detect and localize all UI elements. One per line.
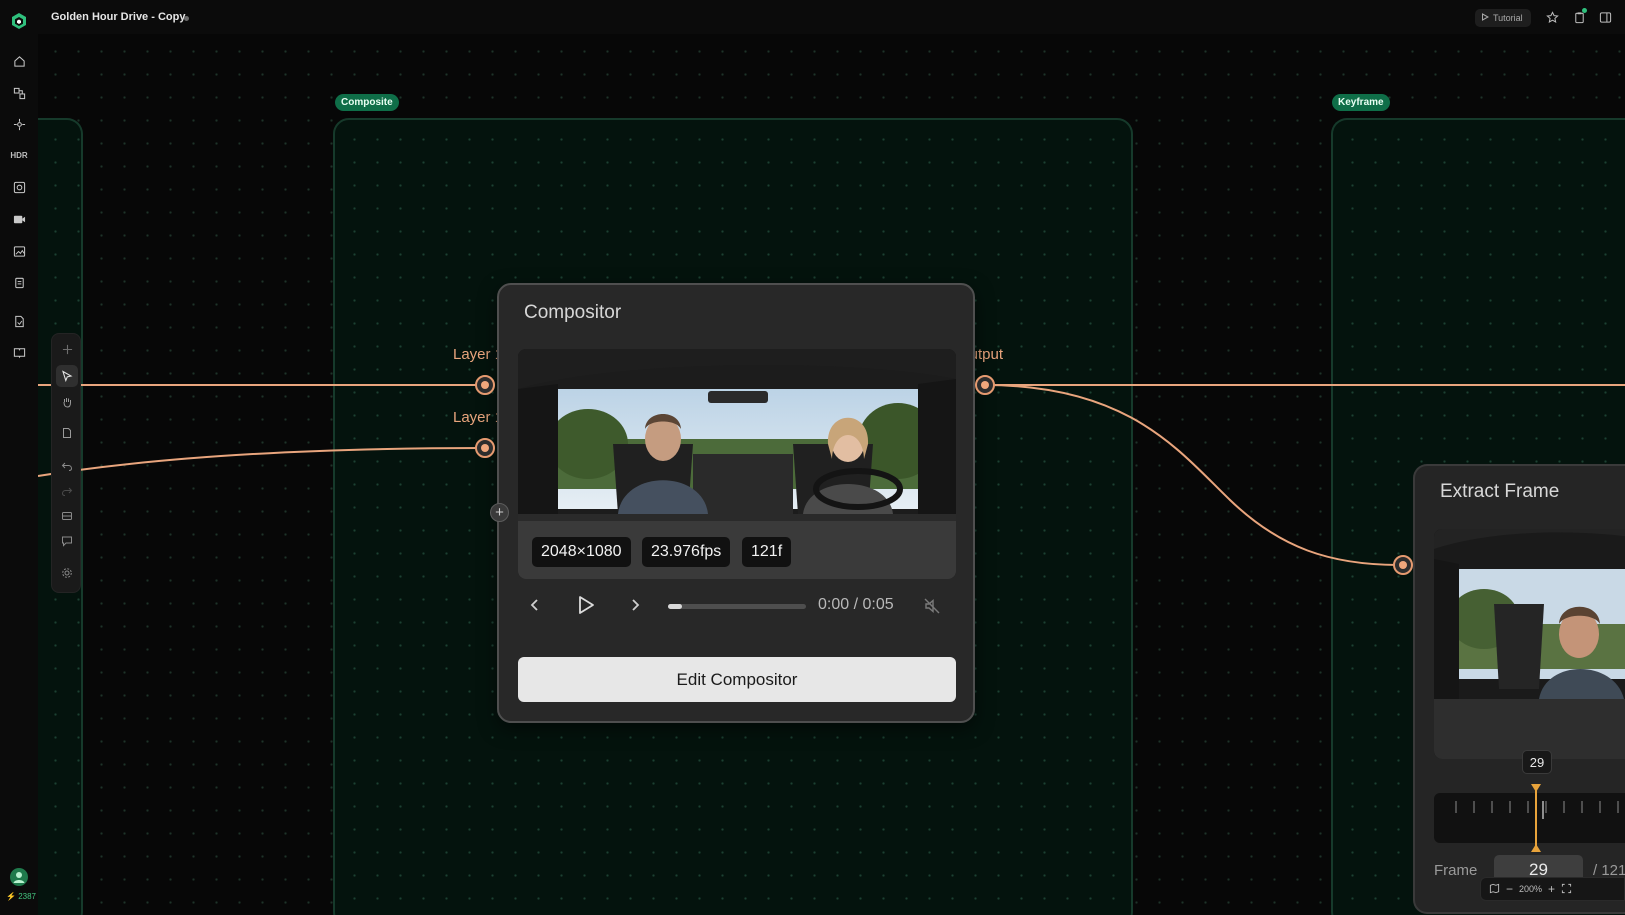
credits-value: 2387 <box>18 892 36 901</box>
notification-dot <box>1582 8 1587 13</box>
book-icon[interactable] <box>11 344 27 360</box>
hdr-icon[interactable]: HDR <box>10 147 27 163</box>
group-tag-keyframe[interactable]: Keyframe <box>1332 94 1390 111</box>
frame-tooltip: 29 <box>1522 750 1552 774</box>
app-logo[interactable] <box>10 12 28 30</box>
workflows-icon[interactable] <box>11 85 27 101</box>
zoom-out-icon[interactable]: − <box>1506 882 1513 896</box>
input-label-layer-1-second: Layer 1 <box>453 409 504 426</box>
user-avatar[interactable] <box>10 868 28 886</box>
zoom-control: − 200% + <box>1480 877 1625 901</box>
tutorial-label: Tutorial <box>1493 13 1523 23</box>
frame-preview <box>1434 529 1625 759</box>
panel-toggle-icon[interactable] <box>1597 9 1613 25</box>
resolution-badge: 2048×1080 <box>532 537 631 567</box>
frame-label: Frame <box>1434 862 1478 879</box>
video-icon[interactable] <box>11 211 27 227</box>
mute-icon[interactable] <box>923 597 941 620</box>
fit-view-icon[interactable] <box>1561 883 1572 896</box>
compositor-node[interactable]: Compositor 2048×1080 23.976fps 121f 0:00… <box>497 283 975 723</box>
next-frame-icon[interactable] <box>628 597 642 618</box>
left-sidebar: HDR <box>0 34 38 915</box>
top-bar: Golden Hour Drive - Copy Tutorial <box>0 0 1625 34</box>
canvas-toolbar <box>51 333 81 593</box>
zoom-level: 200% <box>1519 884 1543 894</box>
input-label-layer-1: Layer 1 <box>453 346 504 363</box>
clipboard-icon[interactable] <box>1571 8 1587 25</box>
layout-icon[interactable] <box>56 505 78 527</box>
comment-icon[interactable] <box>56 530 78 552</box>
document-title[interactable]: Golden Hour Drive - Copy <box>51 11 185 23</box>
zoom-in-icon[interactable]: + <box>1548 882 1555 896</box>
gallery-icon[interactable] <box>11 243 27 259</box>
progress-fill <box>668 604 682 609</box>
redo-icon[interactable] <box>56 480 78 502</box>
node-title: Extract Frame <box>1440 481 1560 502</box>
credits-counter: ⚡ 2387 <box>6 892 36 901</box>
previous-frame-icon[interactable] <box>528 597 542 618</box>
select-tool-icon[interactable] <box>56 365 78 387</box>
extract-input-port[interactable] <box>1393 555 1413 575</box>
image-icon[interactable] <box>11 179 27 195</box>
settings-icon[interactable] <box>56 562 78 584</box>
output-port[interactable] <box>975 375 995 395</box>
group-tag-composite[interactable]: Composite <box>335 94 399 111</box>
input-port-layer-1-second[interactable] <box>475 438 495 458</box>
play-icon <box>1481 13 1490 23</box>
add-node-icon[interactable] <box>56 338 78 360</box>
ai-tools-icon[interactable] <box>11 116 27 132</box>
time-readout: 0:00 / 0:05 <box>818 596 894 613</box>
input-port-layer-1[interactable] <box>475 375 495 395</box>
unsaved-indicator <box>184 16 189 21</box>
extract-frame-node[interactable]: Extract Frame 29 Frame 29 / 121 <box>1413 464 1625 914</box>
undo-icon[interactable] <box>56 455 78 477</box>
edit-compositor-button[interactable]: Edit Compositor <box>518 657 956 702</box>
hand-tool-icon[interactable] <box>56 391 78 413</box>
player-controls: 0:00 / 0:05 <box>518 591 956 621</box>
node-title: Compositor <box>524 302 622 323</box>
minimap-icon[interactable] <box>1489 883 1500 896</box>
document-icon[interactable] <box>11 313 27 329</box>
add-layer-button[interactable]: + <box>490 503 509 522</box>
scrubber-playhead[interactable] <box>1530 784 1542 852</box>
note-tool-icon[interactable] <box>56 422 78 444</box>
progress-slider[interactable] <box>668 604 806 609</box>
home-icon[interactable] <box>11 53 27 69</box>
driver-frame-image <box>1434 529 1625 759</box>
frames-badge: 121f <box>742 537 792 567</box>
play-icon[interactable] <box>577 595 595 620</box>
star-icon[interactable] <box>1544 9 1560 25</box>
clipboard-icon[interactable] <box>11 274 27 290</box>
fps-badge: 23.976fps <box>642 537 731 567</box>
tutorial-button[interactable]: Tutorial <box>1475 9 1531 27</box>
